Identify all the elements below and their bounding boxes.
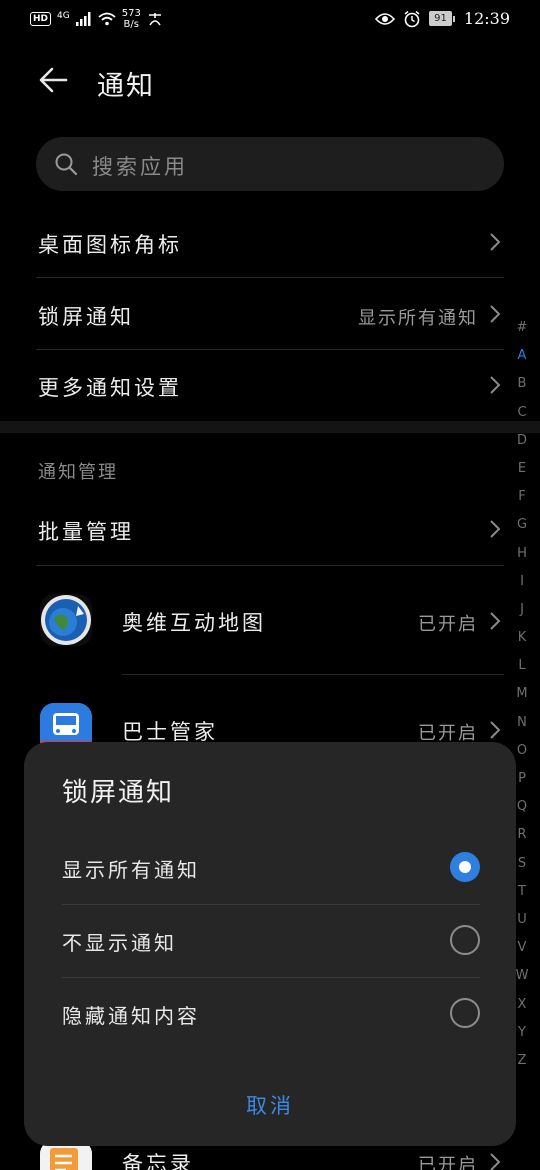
alphabet-letter[interactable]: N (512, 709, 532, 737)
divider (36, 349, 504, 350)
status-bar: HD 4G 573 B/s 91 12:39 (0, 0, 540, 40)
hd-icon: HD (30, 12, 52, 26)
app-notification-icon (148, 13, 161, 26)
lockscreen-dialog: 锁屏通知 显示所有通知 不显示通知 隐藏通知内容 取消 (24, 742, 516, 1146)
option-hide-content[interactable]: 隐藏通知内容 (62, 978, 480, 1051)
back-arrow-icon[interactable] (36, 62, 72, 98)
alphabet-letter[interactable]: I (512, 568, 532, 596)
alphabet-letter[interactable]: D (512, 427, 532, 455)
chevron-right-icon (490, 612, 501, 630)
section-separator (0, 421, 540, 433)
alphabet-letter[interactable]: E (512, 455, 532, 483)
chevron-right-icon (490, 1153, 501, 1170)
wifi-icon (98, 12, 116, 26)
option-show-all[interactable]: 显示所有通知 (62, 832, 480, 905)
alphabet-letter[interactable]: K (512, 624, 532, 652)
alarm-icon (404, 10, 420, 27)
lockscreen-value: 显示所有通知 (358, 308, 478, 329)
option-label: 隐藏通知内容 (62, 1004, 200, 1028)
signal-icon (75, 12, 91, 26)
chevron-right-icon (490, 520, 501, 538)
lockscreen-label: 锁屏通知 (38, 305, 134, 329)
settings-more-row[interactable]: 更多通知设置 (36, 358, 504, 418)
clock: 12:39 (463, 9, 510, 28)
alphabet-letter[interactable]: M (512, 680, 532, 708)
status-bar-right: 91 12:39 (375, 9, 510, 28)
eye-comfort-icon (375, 12, 396, 25)
chevron-right-icon (490, 233, 501, 251)
badge-label: 桌面图标角标 (38, 233, 182, 257)
batch-manage-label: 批量管理 (38, 520, 134, 544)
alphabet-letter[interactable]: F (512, 483, 532, 511)
app-row[interactable]: 奥维互动地图 已开启 (36, 584, 504, 658)
chevron-right-icon (490, 305, 501, 323)
option-label: 不显示通知 (62, 931, 177, 955)
alphabet-letter[interactable]: C (512, 399, 532, 427)
alphabet-letter[interactable]: B (512, 370, 532, 398)
radio-button[interactable] (450, 925, 480, 955)
alphabet-letter[interactable]: L (512, 652, 532, 680)
option-hide-all[interactable]: 不显示通知 (62, 905, 480, 978)
chevron-right-icon (490, 376, 501, 394)
section-title: 通知管理 (38, 462, 118, 483)
settings-lockscreen-row[interactable]: 锁屏通知 显示所有通知 (36, 287, 504, 347)
network-type: 4G (57, 11, 70, 21)
alphabet-letter[interactable]: # (512, 314, 532, 342)
app-name: 奥维互动地图 (122, 611, 266, 635)
cancel-button[interactable]: 取消 (220, 1090, 320, 1120)
option-label: 显示所有通知 (62, 858, 200, 882)
alphabet-letter[interactable]: G (512, 511, 532, 539)
network-speed: 573 B/s (121, 8, 141, 30)
app-name: 备忘录 (122, 1152, 194, 1170)
alphabet-letter[interactable]: H (512, 540, 532, 568)
settings-badge-row[interactable]: 桌面图标角标 (36, 215, 504, 275)
app-status: 已开启 (418, 1155, 478, 1170)
batch-manage-row[interactable]: 批量管理 (36, 502, 504, 562)
ovital-map-app-icon (40, 594, 92, 646)
alphabet-letter[interactable]: J (512, 596, 532, 624)
search-placeholder: 搜索应用 (92, 155, 188, 179)
header: 通知 (0, 50, 540, 114)
search-input[interactable]: 搜索应用 (36, 137, 504, 191)
dialog-title: 锁屏通知 (62, 778, 175, 808)
chevron-right-icon (490, 721, 501, 739)
more-settings-label: 更多通知设置 (38, 376, 182, 400)
divider (36, 565, 504, 566)
search-icon (55, 153, 78, 176)
status-bar-left: HD 4G 573 B/s (30, 8, 163, 30)
divider (122, 674, 504, 675)
app-status: 已开启 (418, 614, 478, 635)
page-title: 通知 (97, 71, 155, 102)
alphabet-letter[interactable]: A (512, 342, 532, 370)
radio-button[interactable] (450, 852, 480, 882)
divider (36, 277, 504, 278)
battery-indicator: 91 (429, 11, 455, 26)
radio-button[interactable] (450, 998, 480, 1028)
